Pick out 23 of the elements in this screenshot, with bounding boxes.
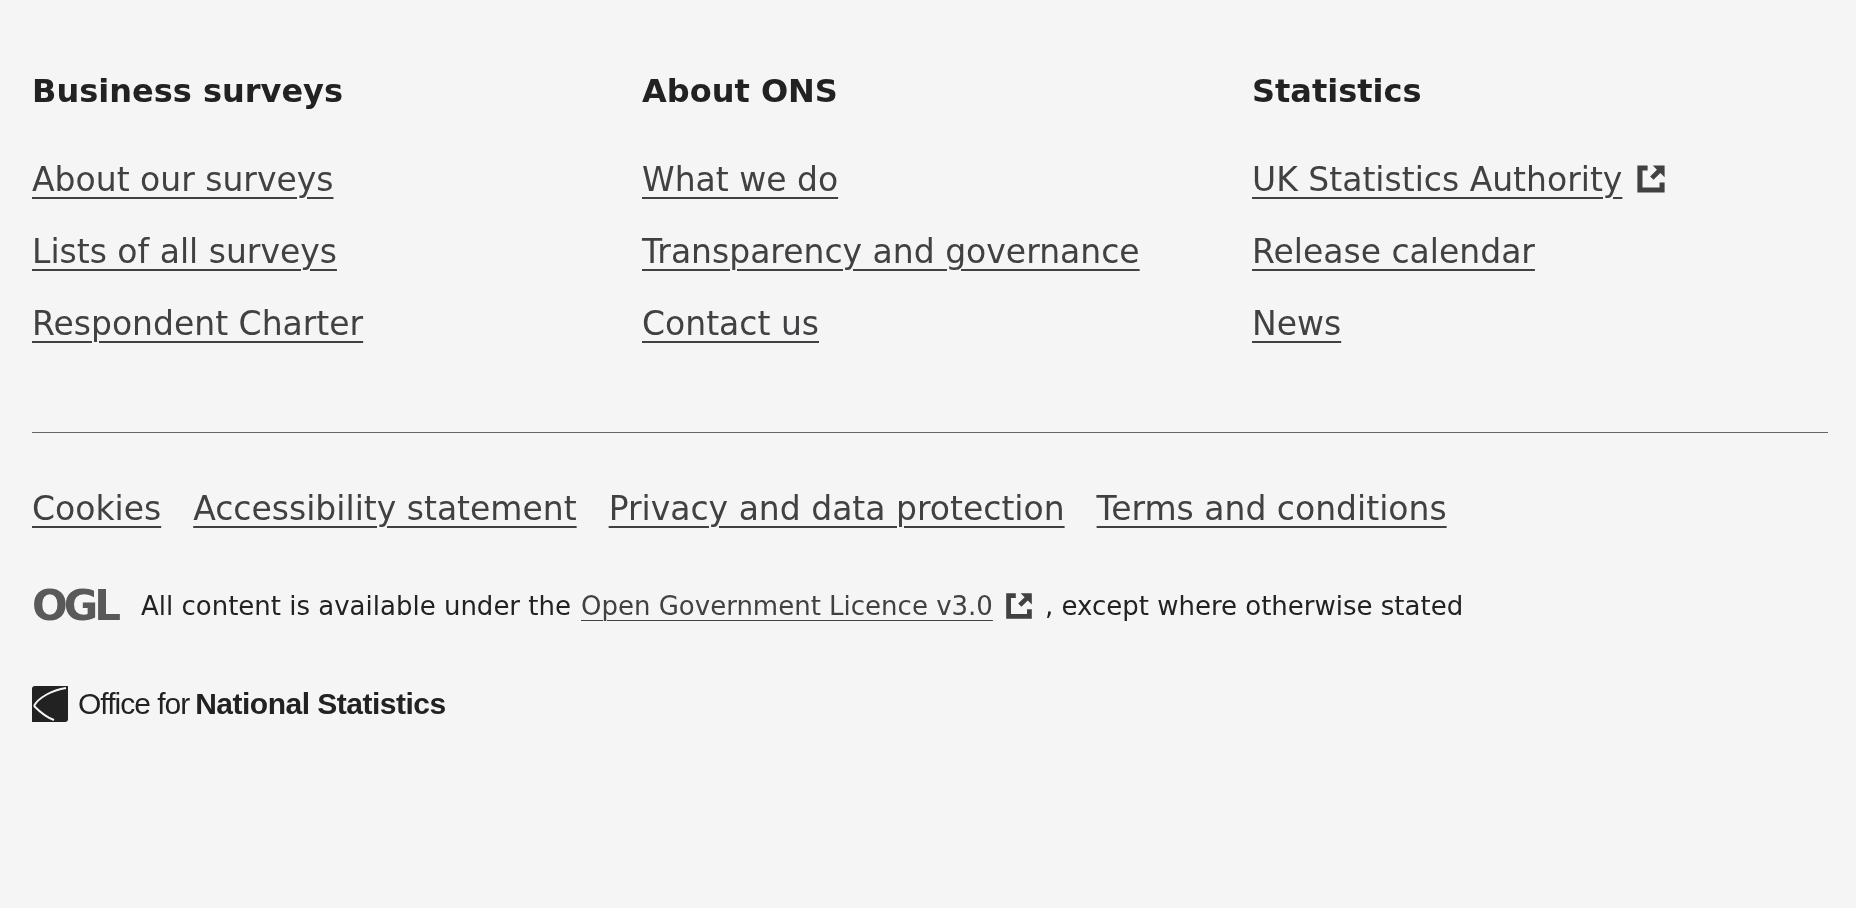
footer-link[interactable]: Contact us xyxy=(642,303,819,343)
column-heading: About ONS xyxy=(642,72,839,110)
footer-link[interactable]: Transparency and governance xyxy=(642,231,1140,271)
footer-link[interactable]: About our surveys xyxy=(32,159,334,199)
legal-link[interactable]: Privacy and data protection xyxy=(608,488,1065,528)
column-heading: Business surveys xyxy=(32,72,344,110)
column-heading: Statistics xyxy=(1252,72,1423,110)
ons-emblem-icon xyxy=(32,686,68,722)
footer-link[interactable]: UK Statistics Authority xyxy=(1252,159,1623,199)
footer-link[interactable]: What we do xyxy=(642,159,839,199)
footer-link[interactable]: News xyxy=(1252,303,1342,343)
brand-text: National Statistics xyxy=(195,687,446,721)
ogl-logo: OGL xyxy=(32,581,117,630)
legal-link[interactable]: Accessibility statement xyxy=(193,488,577,528)
footer-link[interactable]: Respondent Charter xyxy=(32,303,364,343)
footer-link[interactable]: Release calendar xyxy=(1252,231,1535,271)
licence-text: , except where otherwise stated xyxy=(1044,590,1464,621)
licence-link[interactable]: Open Government Licence v3.0 xyxy=(581,590,993,621)
legal-link[interactable]: Terms and conditions xyxy=(1096,488,1447,528)
legal-link[interactable]: Cookies xyxy=(32,488,162,528)
footer-link[interactable]: Lists of all surveys xyxy=(32,231,337,271)
licence-text: All content is available under the xyxy=(140,590,571,621)
brand-text: Office for xyxy=(78,687,190,721)
